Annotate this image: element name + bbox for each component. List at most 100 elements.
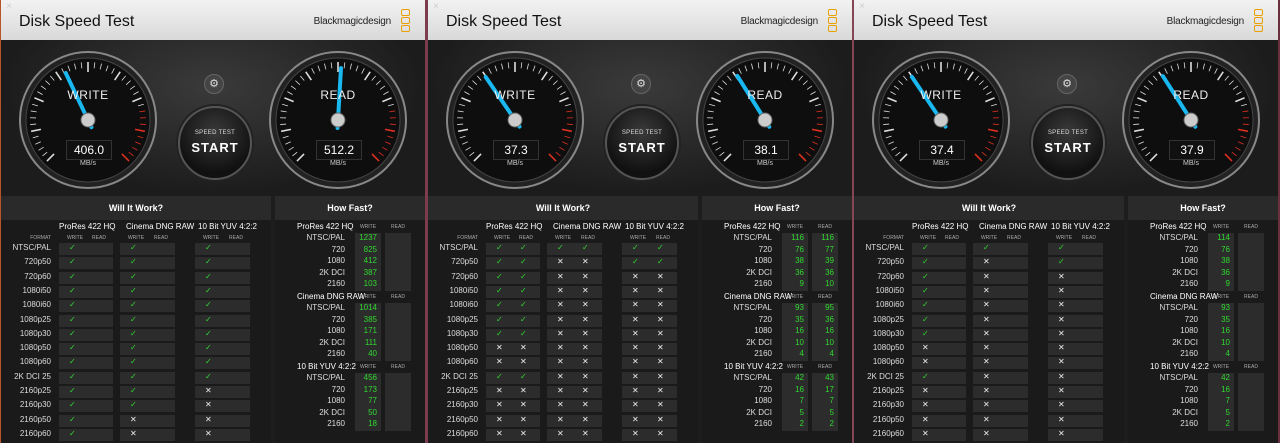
check-icon: ✓ bbox=[496, 271, 503, 281]
read-gauge-hub bbox=[330, 112, 346, 128]
check-icon: ✓ bbox=[69, 271, 76, 281]
cross-icon: ✕ bbox=[632, 428, 639, 438]
result-cell-bg bbox=[145, 243, 175, 255]
read-gauge-dial bbox=[696, 51, 834, 189]
cross-icon: ✕ bbox=[520, 386, 527, 395]
brand-name: Blackmagicdesign bbox=[1166, 16, 1245, 27]
cross-icon: ✕ bbox=[983, 328, 990, 338]
result-cell-bg bbox=[998, 300, 1028, 313]
gauge-area: WRITE 37.4 MB/s READ 37.9 MB/s ⚙ SPEED TEST STAR… bbox=[854, 40, 1278, 195]
write-gauge-dial bbox=[19, 51, 157, 189]
resolution-label: NTSC/PAL bbox=[733, 233, 772, 242]
result-cell-bg bbox=[936, 314, 966, 327]
how-fast-section-title: Cinema DNG RAW bbox=[297, 292, 366, 301]
result-cell-bg bbox=[1073, 257, 1103, 270]
result-cell-bg bbox=[220, 428, 250, 441]
gear-icon[interactable]: ⚙ bbox=[1057, 74, 1077, 94]
close-icon[interactable]: × bbox=[4, 2, 14, 12]
check-icon: ✓ bbox=[69, 343, 76, 353]
read-fps-value: 116 bbox=[821, 233, 834, 242]
table-row: 1080p50 ✓ ✓ ✓ bbox=[1, 342, 271, 356]
gear-icon[interactable]: ⚙ bbox=[204, 74, 224, 94]
check-icon: ✓ bbox=[520, 257, 527, 267]
write-speed-unit: MB/s bbox=[933, 160, 949, 167]
format-name: 720p60 bbox=[24, 271, 51, 281]
logo-segment bbox=[828, 25, 837, 32]
start-button[interactable]: SPEED TEST START bbox=[1031, 106, 1105, 180]
result-cell-bg bbox=[145, 428, 175, 441]
speed-cell-bg bbox=[1238, 233, 1264, 245]
table-row: 720p50 ✓ ✓ ✓ bbox=[1, 256, 271, 270]
result-cell-bg bbox=[220, 371, 250, 384]
read-gauge: READ 37.9 MB/s bbox=[1121, 50, 1261, 190]
write-fps-value: 16 bbox=[1221, 384, 1230, 394]
cross-icon: ✕ bbox=[582, 414, 589, 424]
table-row: 2160p60 ✕ ✕ ✕ ✕ ✕ ✕ bbox=[428, 428, 698, 442]
resolution-label: 720 bbox=[1184, 244, 1198, 254]
close-icon[interactable]: × bbox=[857, 2, 867, 12]
format-name: 1080p25 bbox=[872, 314, 904, 324]
cross-icon: ✕ bbox=[983, 400, 990, 410]
write-column-heading: WRITE bbox=[202, 235, 220, 241]
cross-icon: ✕ bbox=[922, 428, 929, 438]
speed-cell-bg bbox=[385, 396, 411, 408]
result-cell-bg bbox=[145, 371, 175, 384]
write-gauge-label: WRITE bbox=[494, 88, 536, 102]
resolution-label: 2K DCI bbox=[746, 267, 772, 277]
table-row: 1080i50 ✓ ✓ ✕ ✕ ✕ ✕ bbox=[428, 285, 698, 299]
read-column-heading: READ bbox=[1244, 364, 1258, 370]
resolution-label: NTSC/PAL bbox=[1159, 373, 1198, 382]
format-name: 1080i50 bbox=[449, 285, 478, 295]
table-row: NTSC/PAL ✓ ✓ ✓ bbox=[1, 242, 271, 256]
table-row: 2160p60 ✓ ✕ ✕ bbox=[1, 428, 271, 442]
write-gauge: WRITE 406.0 MB/s bbox=[18, 50, 158, 190]
write-gauge: WRITE 37.3 MB/s bbox=[445, 50, 585, 190]
resolution-label: 720 bbox=[331, 384, 345, 394]
format-group-heading: ProRes 422 HQ bbox=[59, 222, 116, 231]
speed-cell-bg bbox=[385, 326, 411, 338]
write-speed-value: 37.3 bbox=[493, 140, 539, 160]
write-fps-value: 77 bbox=[368, 396, 377, 405]
start-button[interactable]: SPEED TEST START bbox=[605, 106, 679, 180]
write-gauge-dial bbox=[446, 51, 584, 189]
write-fps-value: 16 bbox=[1221, 326, 1230, 335]
close-icon[interactable]: × bbox=[431, 2, 441, 12]
brand-name: Blackmagicdesign bbox=[740, 16, 819, 27]
write-fps-value: 16 bbox=[795, 384, 804, 394]
write-column-heading: WRITE bbox=[1055, 235, 1073, 241]
check-icon: ✓ bbox=[922, 300, 929, 310]
table-row: 2K DCI 25 ✓ ✕ ✕ bbox=[854, 371, 1124, 385]
table-row: 2160p30 ✕ ✕ ✕ ✕ ✕ ✕ bbox=[428, 399, 698, 413]
speed-cell-bg bbox=[385, 337, 411, 350]
result-cell-bg bbox=[83, 343, 113, 356]
table-row: 1080p30 ✓ ✓ ✕ ✕ ✕ ✕ bbox=[428, 328, 698, 342]
format-name: 2160p50 bbox=[446, 414, 478, 424]
resolution-label: 2160 bbox=[327, 419, 345, 428]
how-fast-section-title: 10 Bit YUV 4:2:2 bbox=[1150, 362, 1209, 371]
check-icon: ✓ bbox=[520, 243, 527, 252]
blackmagic-logo-icon bbox=[1254, 9, 1264, 33]
check-icon: ✓ bbox=[69, 371, 76, 381]
speed-test-window: Disk Speed Test Blackmagicdesign × WRITE 406… bbox=[1, 0, 425, 443]
result-cell-bg bbox=[83, 257, 113, 270]
write-fps-value: 1237 bbox=[359, 233, 377, 242]
start-button[interactable]: SPEED TEST START bbox=[178, 106, 252, 180]
table-row: 2160p25 ✕ ✕ ✕ bbox=[854, 385, 1124, 399]
title-bar: Disk Speed Test Blackmagicdesign bbox=[1, 0, 425, 41]
result-cell-bg bbox=[220, 357, 250, 370]
format-name: 1080i50 bbox=[875, 285, 904, 295]
gear-icon[interactable]: ⚙ bbox=[631, 74, 651, 94]
cross-icon: ✕ bbox=[1058, 386, 1065, 395]
read-column-heading: READ bbox=[818, 224, 832, 230]
format-name: 2160p60 bbox=[872, 428, 904, 438]
check-icon: ✓ bbox=[922, 257, 929, 267]
speed-cell-bg bbox=[1238, 244, 1264, 257]
cross-icon: ✕ bbox=[922, 343, 929, 353]
format-name: 1080p30 bbox=[872, 328, 904, 338]
table-row: 720p60 ✓ ✓ ✓ bbox=[1, 271, 271, 285]
cross-icon: ✕ bbox=[657, 386, 664, 395]
format-name: 1080p60 bbox=[19, 357, 51, 367]
write-fps-value: 116 bbox=[791, 233, 804, 242]
how-fast-section-title: ProRes 422 HQ bbox=[724, 222, 781, 231]
write-column-heading: WRITE bbox=[786, 364, 804, 370]
